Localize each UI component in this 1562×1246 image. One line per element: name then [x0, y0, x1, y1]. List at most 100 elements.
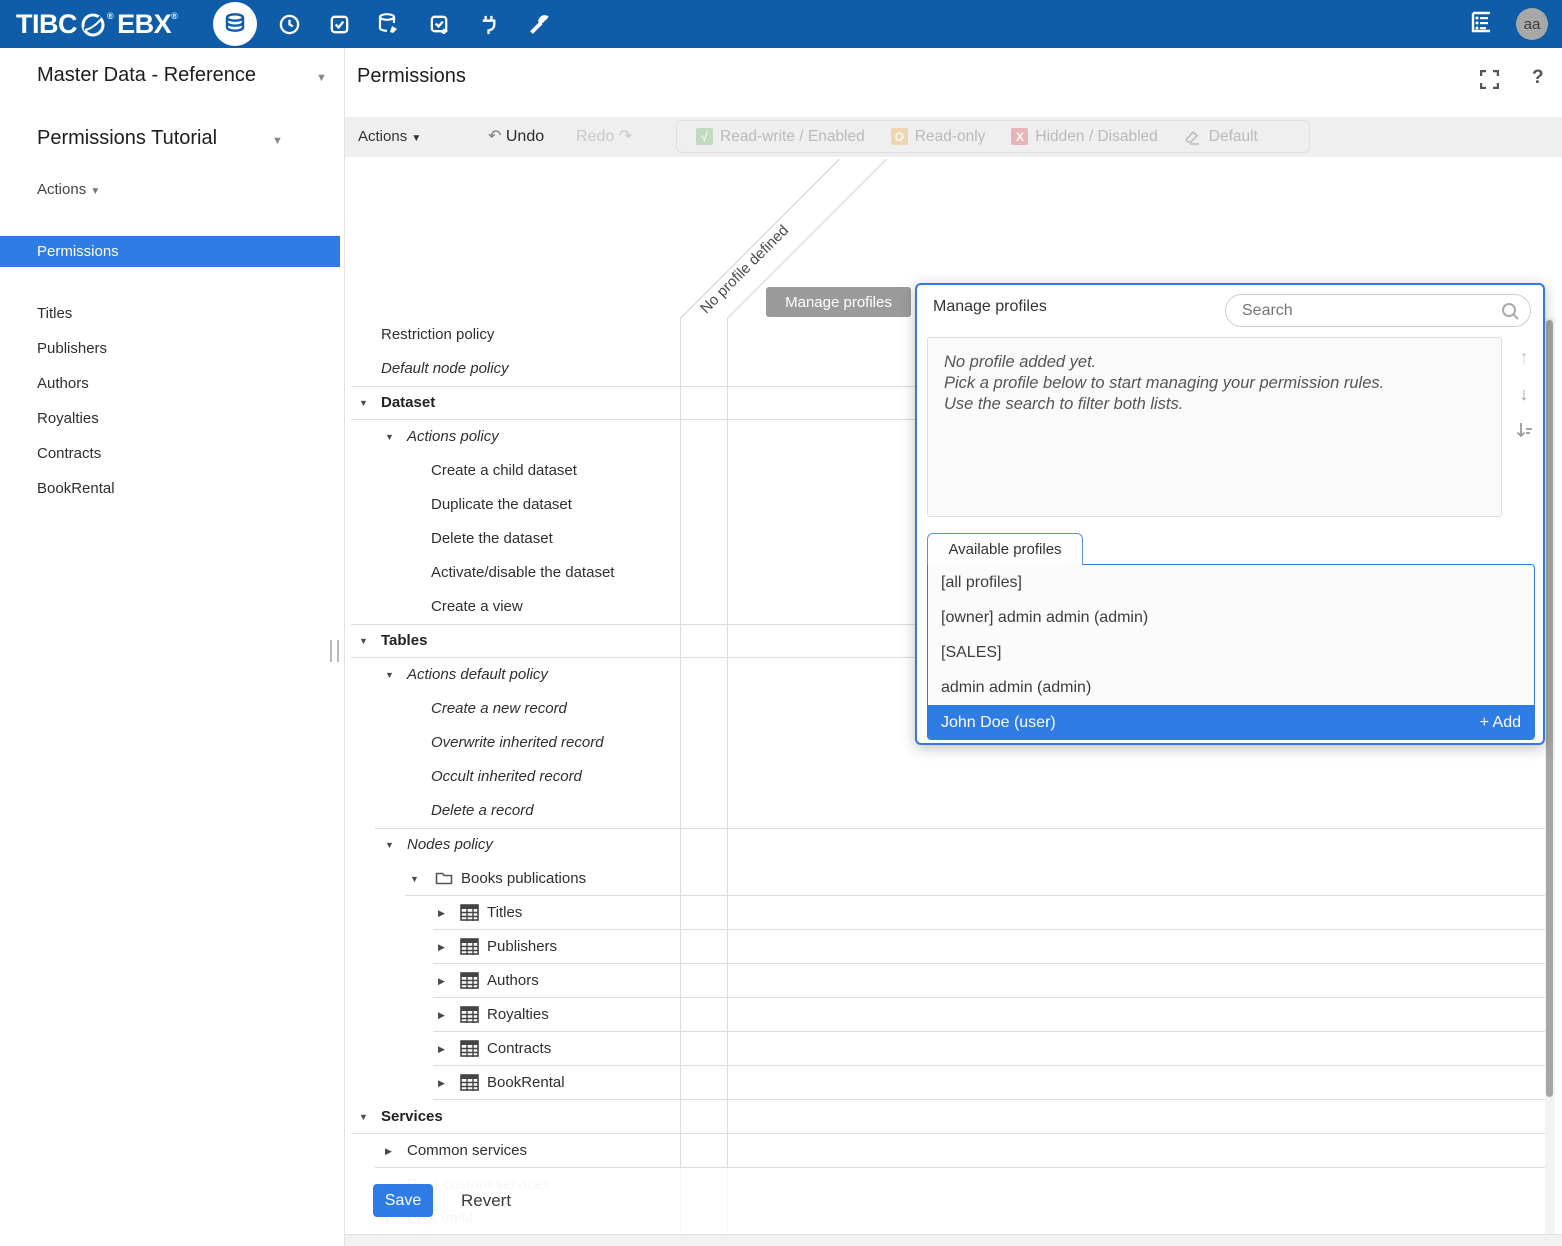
- profile-search-input[interactable]: [1242, 295, 1492, 326]
- undo-button[interactable]: ↶ Undo: [488, 117, 544, 157]
- legend-default[interactable]: Default: [1171, 128, 1271, 146]
- tree-row-label[interactable]: Create a child dataset: [431, 454, 577, 488]
- tree-row-label[interactable]: Books publications: [461, 862, 586, 896]
- collapse-icon[interactable]: ▼: [359, 624, 368, 658]
- tree-row-label[interactable]: Services: [381, 1100, 443, 1134]
- tree-row-label[interactable]: Create a new record: [431, 692, 567, 726]
- tree-row-label[interactable]: Royalties: [487, 998, 549, 1032]
- top-bar: TIBC® EBX®: [0, 0, 1562, 48]
- perspective-list-icon[interactable]: [1468, 9, 1494, 40]
- dataspace-selector[interactable]: Master Data - Reference: [37, 64, 256, 87]
- empty-message-line: Pick a profile below to start managing y…: [944, 373, 1485, 394]
- sort-icon[interactable]: [1514, 421, 1534, 439]
- add-profile-button[interactable]: + Add: [1480, 705, 1521, 740]
- sidebar-item-contracts[interactable]: Contracts: [0, 436, 340, 471]
- sidebar-item-bookrental[interactable]: BookRental: [0, 471, 340, 506]
- search-icon: [1501, 302, 1520, 321]
- empty-message-line: Use the search to filter both lists.: [944, 394, 1485, 415]
- tree-row-label[interactable]: Tables: [381, 624, 427, 658]
- redo-button[interactable]: Redo ↷: [576, 117, 632, 157]
- tree-row-label[interactable]: Actions default policy: [407, 658, 548, 692]
- profile-item[interactable]: [all profiles]: [928, 565, 1534, 600]
- tree-row-label[interactable]: Create a view: [431, 590, 523, 624]
- table-icon: [460, 1074, 479, 1096]
- profile-item-selected[interactable]: John Doe (user) + Add: [928, 705, 1534, 740]
- ebx-application: TIBC® EBX®: [0, 0, 1562, 1246]
- folder-icon: [435, 870, 453, 891]
- tree-row-label[interactable]: Delete the dataset: [431, 522, 553, 556]
- collapse-icon[interactable]: ▼: [385, 658, 394, 692]
- collapse-icon[interactable]: ▼: [359, 1100, 368, 1134]
- fullscreen-icon[interactable]: [1480, 70, 1499, 94]
- data-model-icon[interactable]: [371, 6, 407, 42]
- revert-button[interactable]: Revert: [461, 1184, 511, 1217]
- expand-icon[interactable]: ▶: [438, 998, 445, 1032]
- footer-bar: Save Revert: [345, 1168, 1545, 1234]
- data-validation-icon[interactable]: [421, 6, 457, 42]
- tree-row-label[interactable]: Nodes policy: [407, 828, 493, 862]
- profile-item[interactable]: admin admin (admin): [928, 670, 1534, 705]
- tree-row-label[interactable]: Publishers: [487, 930, 557, 964]
- tree-row: ▶ BookRental: [345, 1066, 1562, 1100]
- move-down-icon[interactable]: ↓: [1520, 384, 1529, 405]
- expand-icon[interactable]: ▶: [438, 1032, 445, 1066]
- tree-row-label[interactable]: BookRental: [487, 1066, 565, 1100]
- sidebar-item-royalties[interactable]: Royalties: [0, 401, 340, 436]
- expand-icon[interactable]: ▶: [438, 930, 445, 964]
- sidebar-item-authors[interactable]: Authors: [0, 366, 340, 401]
- data-icon[interactable]: [213, 2, 257, 46]
- administration-icon[interactable]: [521, 6, 557, 42]
- integration-icon[interactable]: [471, 6, 507, 42]
- user-avatar[interactable]: aa: [1516, 8, 1548, 40]
- tree-row-label[interactable]: Authors: [487, 964, 539, 998]
- expand-icon[interactable]: ▶: [385, 1134, 392, 1168]
- legend-hidden[interactable]: X Hidden / Disabled: [998, 128, 1170, 146]
- tree-row-label[interactable]: Activate/disable the dataset: [431, 556, 614, 590]
- tree-row: ▶ Titles: [345, 896, 1562, 930]
- tree-row-label[interactable]: Restriction policy: [381, 318, 494, 352]
- expand-icon[interactable]: ▶: [438, 896, 445, 930]
- history-icon[interactable]: [271, 6, 307, 42]
- read-write-icon: √: [696, 128, 713, 145]
- sidebar-actions-menu[interactable]: Actions ▼: [37, 181, 100, 198]
- tree-row-label[interactable]: Dataset: [381, 386, 435, 420]
- tree-row-label[interactable]: Occult inherited record: [431, 760, 582, 794]
- sidebar: Master Data - Reference ▼ Permissions Tu…: [0, 48, 345, 1246]
- profile-item[interactable]: [owner] admin admin (admin): [928, 600, 1534, 635]
- dataset-selector[interactable]: Permissions Tutorial: [37, 127, 217, 150]
- logo-ebx-text: EBX: [117, 9, 171, 40]
- sidebar-item-publishers[interactable]: Publishers: [0, 331, 340, 366]
- sidebar-item-titles[interactable]: Titles: [0, 296, 340, 331]
- tree-row: ▶ Publishers: [345, 930, 1562, 964]
- move-up-icon[interactable]: ↑: [1520, 347, 1529, 368]
- expand-icon[interactable]: ▶: [438, 964, 445, 998]
- tree-row-label[interactable]: Contracts: [487, 1032, 551, 1066]
- sidebar-item-permissions[interactable]: Permissions: [0, 236, 340, 267]
- profile-item[interactable]: [SALES]: [928, 635, 1534, 670]
- redo-icon: ↷: [619, 128, 632, 145]
- permissions-toolbar: Actions ▼ ↶ Undo Redo ↷ √ Read-write / E…: [345, 117, 1562, 157]
- legend-read-write[interactable]: √ Read-write / Enabled: [683, 128, 878, 146]
- save-button[interactable]: Save: [373, 1184, 433, 1217]
- toolbar-actions-menu[interactable]: Actions ▼: [358, 117, 421, 159]
- collapse-icon[interactable]: ▼: [410, 862, 419, 896]
- top-bar-right: aa: [1468, 8, 1548, 40]
- collapse-icon[interactable]: ▼: [359, 386, 368, 420]
- legend-read-only[interactable]: O Read-only: [878, 128, 999, 146]
- tree-row-label[interactable]: Titles: [487, 896, 522, 930]
- tasks-icon[interactable]: [321, 6, 357, 42]
- expand-icon[interactable]: ▶: [438, 1066, 445, 1100]
- tab-available-profiles[interactable]: Available profiles: [927, 533, 1083, 565]
- collapse-icon[interactable]: ▼: [385, 828, 394, 862]
- tree-row-label[interactable]: Duplicate the dataset: [431, 488, 572, 522]
- collapse-icon[interactable]: ▼: [385, 420, 394, 454]
- sidebar-resize-handle[interactable]: [330, 640, 339, 662]
- manage-profiles-button[interactable]: Manage profiles: [766, 287, 911, 317]
- tree-row-label[interactable]: Default node policy: [381, 352, 509, 386]
- help-icon[interactable]: ?: [1532, 67, 1544, 89]
- tree-row-label[interactable]: Common services: [407, 1134, 527, 1168]
- tree-row-label[interactable]: Delete a record: [431, 794, 534, 828]
- tree-row-label[interactable]: Overwrite inherited record: [431, 726, 604, 760]
- tree-row-label[interactable]: Actions policy: [407, 420, 499, 454]
- profile-search-box[interactable]: [1225, 294, 1531, 327]
